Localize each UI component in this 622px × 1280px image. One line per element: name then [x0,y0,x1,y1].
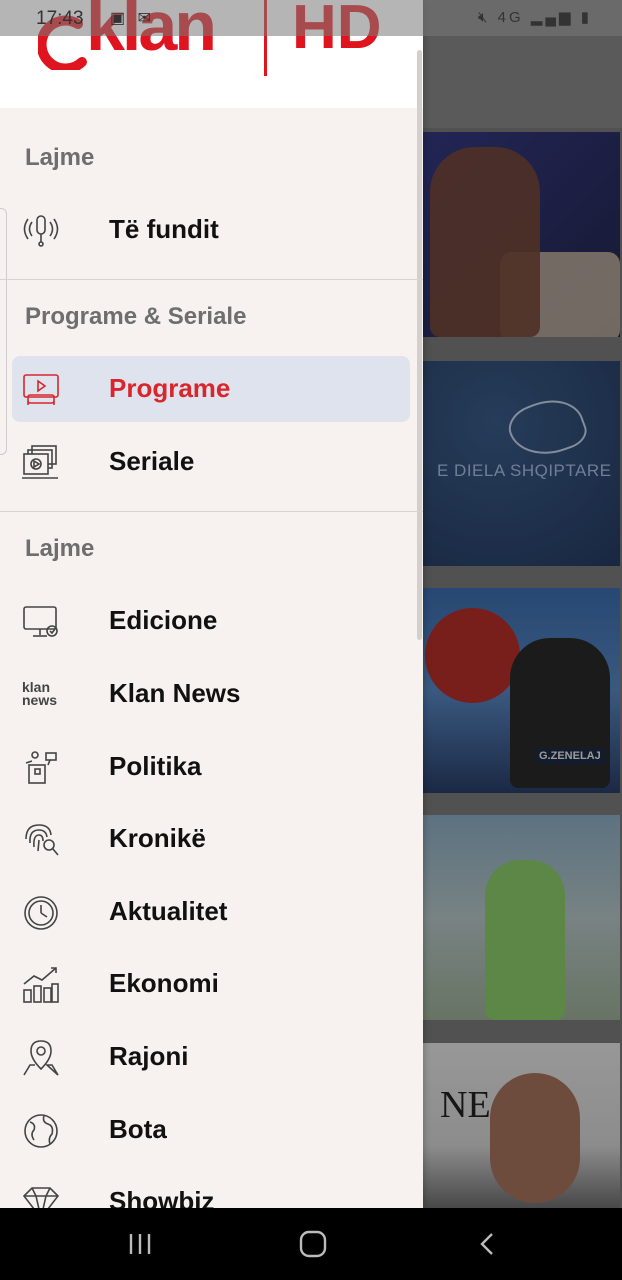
episodes-icon [22,445,58,479]
battery-icon: ▮ [580,9,592,26]
section-title: Lajme [25,535,95,562]
broadcast-icon [23,215,59,247]
map-pin-icon [23,1040,59,1076]
gallery-icon: ▣ [110,10,130,27]
clock-icon [24,896,58,930]
mail-icon: ✉ [137,10,155,27]
drawer-edge-handle [0,208,7,455]
menu-item-label: Aktualitet [109,896,228,926]
menu-item-label: Të fundit [109,214,219,244]
menu-item-bota[interactable]: Bota [12,1097,410,1163]
menu-item-label: Ekonomi [109,968,219,998]
section-divider [0,511,423,512]
menu-item-klan-news[interactable]: klan news Klan News [12,661,410,727]
podium-icon [25,751,57,784]
menu-item-politika[interactable]: Politika [12,734,410,800]
status-bar: 17:43 ▣ ✉ 🔇︎ 4G ▂▄▆ ▮ [0,0,622,36]
menu-item-label: Seriale [109,446,195,476]
notification-icons: ▣ ✉ [110,8,155,28]
fingerprint-icon [25,824,59,856]
network-type-label: 4G [497,9,524,26]
klan-news-icon: klan news [22,680,60,719]
menu-item-showbiz[interactable]: Showbiz [12,1169,410,1208]
menu-item-te-fundit[interactable]: Të fundit [12,197,410,263]
system-navigation-bar [0,1208,622,1280]
menu-item-label: Programe [109,373,231,403]
menu-item-label: Edicione [109,605,218,635]
diamond-icon [22,1187,60,1208]
menu-item-aktualitet[interactable]: Aktualitet [12,879,410,945]
menu-item-label: Bota [109,1114,167,1144]
menu-item-label: Showbiz [109,1186,215,1208]
drawer-scrollbar[interactable] [417,50,422,640]
mute-icon: 🔇︎ [478,9,491,26]
recent-apps-icon[interactable] [125,1226,161,1262]
menu-item-programe[interactable]: Programe [12,356,410,422]
back-icon[interactable] [470,1226,506,1262]
menu-item-label: Kronikë [109,823,206,853]
menu-item-ekonomi[interactable]: Ekonomi [12,951,410,1017]
menu-item-label: Politika [109,751,202,781]
klan-news-icon-bottom: news [22,692,58,708]
menu-item-label: Rajoni [109,1041,189,1071]
globe-icon [24,1114,58,1148]
section-title: Programe & Seriale [25,303,247,330]
menu-item-edicione[interactable]: Edicione [12,588,410,654]
section-divider [0,279,423,280]
navigation-drawer: klan HD Lajme Të fundit Programe & Seria… [0,0,423,1208]
growth-chart-icon [23,967,59,1003]
home-icon[interactable] [295,1226,331,1262]
menu-item-label: Klan News [109,678,241,708]
menu-item-kronike[interactable]: Kronikë [12,806,410,872]
system-icons: 🔇︎ 4G ▂▄▆ ▮ [478,8,592,26]
monitor-icon [23,606,58,637]
tv-show-icon [23,374,59,405]
menu-item-rajoni[interactable]: Rajoni [12,1024,410,1090]
signal-icon: ▂▄▆ [530,9,574,26]
section-title: Lajme [25,144,95,171]
menu-item-seriale[interactable]: Seriale [12,429,410,495]
status-time: 17:43 [36,8,84,29]
